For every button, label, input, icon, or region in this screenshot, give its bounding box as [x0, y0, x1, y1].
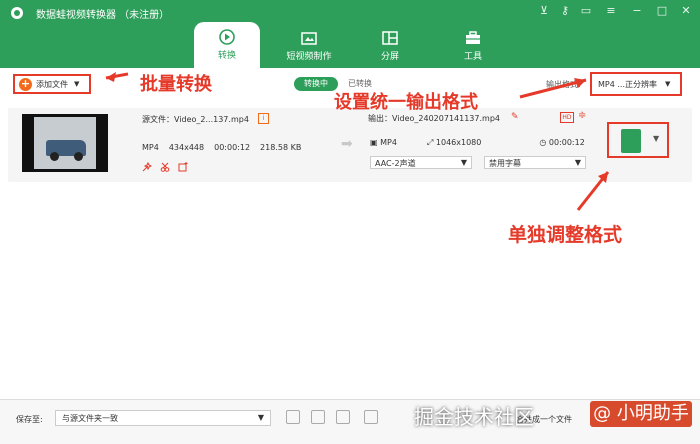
watermark-text: 掘金技术社区	[414, 405, 534, 429]
annotation-batch: 批量转换	[140, 74, 212, 95]
watermark-badge: @ 小明助手	[590, 401, 692, 427]
annotation-unified: 设置统一输出格式	[334, 92, 478, 113]
annotation-single: 单独调整格式	[508, 224, 623, 246]
